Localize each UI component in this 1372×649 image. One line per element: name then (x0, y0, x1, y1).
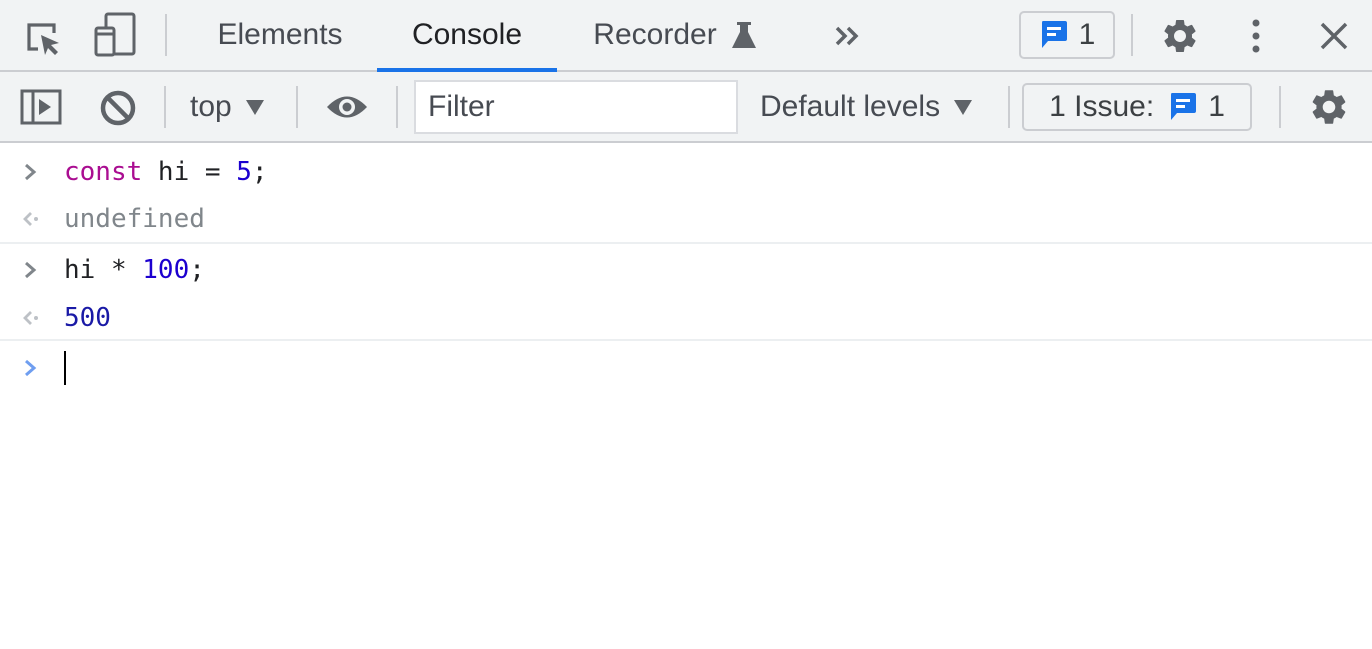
close-icon (1320, 22, 1348, 50)
code-token: hi = (142, 157, 237, 187)
tab-label: Elements (217, 18, 343, 51)
tab-console[interactable]: Console (377, 0, 557, 72)
tab-recorder[interactable]: Recorder (570, 0, 780, 70)
divider (396, 86, 398, 128)
console-input-message: const hi = 5; (0, 148, 1372, 196)
message-divider (0, 242, 1372, 244)
show-sidebar-button[interactable] (18, 86, 64, 128)
console-result-message: 500 (0, 294, 1372, 342)
message-icon (1171, 93, 1197, 120)
console-result-message: undefined (0, 195, 1372, 243)
close-devtools-button[interactable] (1312, 14, 1356, 58)
code-token: ; (251, 157, 268, 187)
eye-icon (327, 96, 367, 118)
divider (1279, 86, 1281, 128)
number-token: 5 (236, 157, 252, 187)
tab-elements[interactable]: Elements (190, 0, 370, 70)
issues-label: 1 Issue: (1049, 90, 1155, 123)
kebab-menu-icon (1252, 19, 1260, 53)
code-text: hi * 100; (64, 255, 205, 285)
divider (296, 86, 298, 128)
result-value: undefined (64, 204, 205, 234)
log-levels-value: Default levels (760, 90, 941, 123)
dropdown-arrow-icon (245, 99, 264, 115)
issues-count: 1 (1078, 18, 1096, 51)
divider (164, 86, 166, 128)
console-messages: const hi = 5; undefined hi * 100; 500 (0, 145, 1372, 649)
more-tabs-button[interactable] (826, 16, 870, 56)
divider (1131, 14, 1133, 56)
message-divider (0, 339, 1372, 341)
result-value: 500 (64, 303, 111, 333)
flask-icon (731, 22, 756, 48)
gear-icon (1312, 90, 1346, 124)
code-token: ; (189, 255, 205, 285)
dropdown-arrow-icon (954, 99, 973, 115)
clear-console-button[interactable] (96, 86, 140, 130)
live-expression-button[interactable] (322, 86, 372, 128)
tab-label: Recorder (593, 18, 717, 51)
issues-count: 1 (1208, 90, 1225, 123)
issues-counter-button[interactable]: 1 (1019, 11, 1115, 59)
console-settings-button[interactable] (1306, 85, 1352, 129)
filter-input[interactable] (414, 80, 738, 134)
inspect-element-button[interactable] (22, 18, 66, 58)
context-value: top (190, 90, 232, 123)
customize-menu-button[interactable] (1240, 14, 1272, 58)
prompt-chevron-icon (25, 359, 37, 377)
issues-button[interactable]: 1 Issue: 1 (1022, 83, 1252, 131)
inspect-element-icon (27, 23, 59, 55)
settings-button[interactable] (1158, 14, 1202, 58)
device-toolbar-button[interactable] (92, 12, 138, 58)
number-token: 100 (142, 255, 190, 285)
divider (1008, 86, 1010, 128)
divider (165, 14, 167, 56)
console-toolbar: top Default levels 1 Issue: 1 (0, 72, 1372, 143)
device-toolbar-icon (94, 12, 136, 57)
sidebar-toggle-icon (20, 89, 62, 125)
context-selector[interactable]: top (190, 86, 264, 128)
code-token: hi * (64, 255, 143, 285)
keyword-token: const (64, 157, 143, 187)
result-arrow-icon (23, 212, 38, 226)
code-text: const hi = 5; (64, 157, 268, 187)
tab-label: Console (411, 18, 523, 51)
result-arrow-icon (23, 311, 38, 325)
gear-icon (1164, 19, 1196, 52)
message-icon (1041, 21, 1067, 48)
console-input-message: hi * 100; (0, 246, 1372, 294)
input-prompt-icon (25, 261, 37, 279)
devtools-tab-bar: Elements Console Recorder 1 (0, 0, 1372, 72)
console-prompt[interactable] (0, 344, 1372, 392)
chevron-double-right-icon (835, 26, 859, 46)
log-levels-dropdown[interactable]: Default levels (760, 86, 973, 128)
text-cursor (64, 351, 66, 385)
clear-console-icon (100, 90, 136, 126)
input-prompt-icon (25, 163, 37, 181)
